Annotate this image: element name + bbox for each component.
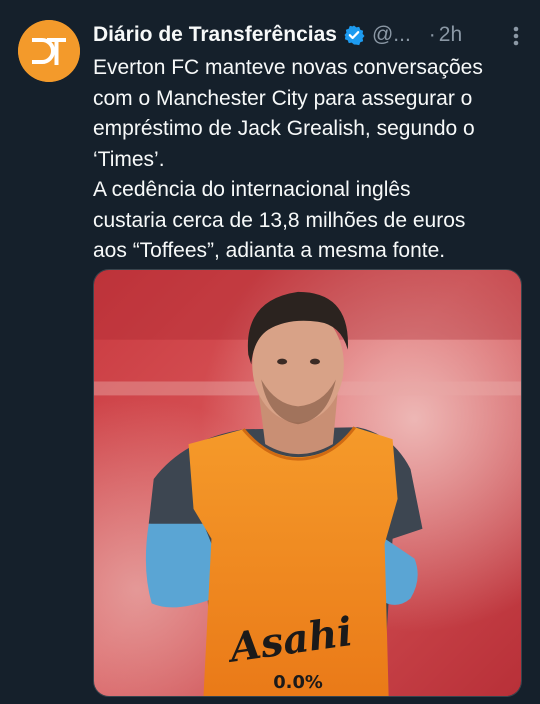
verified-badge-icon — [343, 24, 365, 46]
tweet-text-line: A cedência do internacional inglês — [93, 178, 411, 201]
tweet-text-line: Everton FC manteve novas conversações — [93, 56, 483, 79]
author-name[interactable]: Diário de Transferências — [93, 23, 337, 47]
tweet-text-line: ‘Times’. — [93, 147, 165, 171]
author-handle[interactable]: @... — [372, 23, 411, 47]
tweet-media-photo[interactable]: Asahi 0.0% — [93, 269, 522, 697]
tweet-text-line: com o Manchester City para assegurar o — [93, 86, 473, 110]
tweet-text-line: empréstimo de Jack Grealish, segundo o — [93, 117, 475, 140]
tweet-header: Diário de Transferências @... · 2h — [93, 20, 522, 50]
avatar[interactable] — [18, 20, 80, 82]
avatar-logo-icon — [18, 20, 80, 82]
more-options-icon[interactable] — [506, 22, 526, 50]
tweet-text-line: aos “Toffees”, adianta a mesma fonte. — [93, 239, 446, 262]
tweet-text-line: custaria cerca de 13,8 milhões de euros — [93, 208, 466, 232]
timestamp[interactable]: 2h — [439, 23, 462, 47]
timestamp-separator: · — [428, 23, 436, 46]
sponsor-subtext: 0.0% — [273, 672, 323, 693]
tweet-text: Everton FC manteve novas conversações co… — [93, 53, 526, 267]
tweet[interactable]: Diário de Transferências @... · 2h Evert… — [0, 0, 540, 704]
